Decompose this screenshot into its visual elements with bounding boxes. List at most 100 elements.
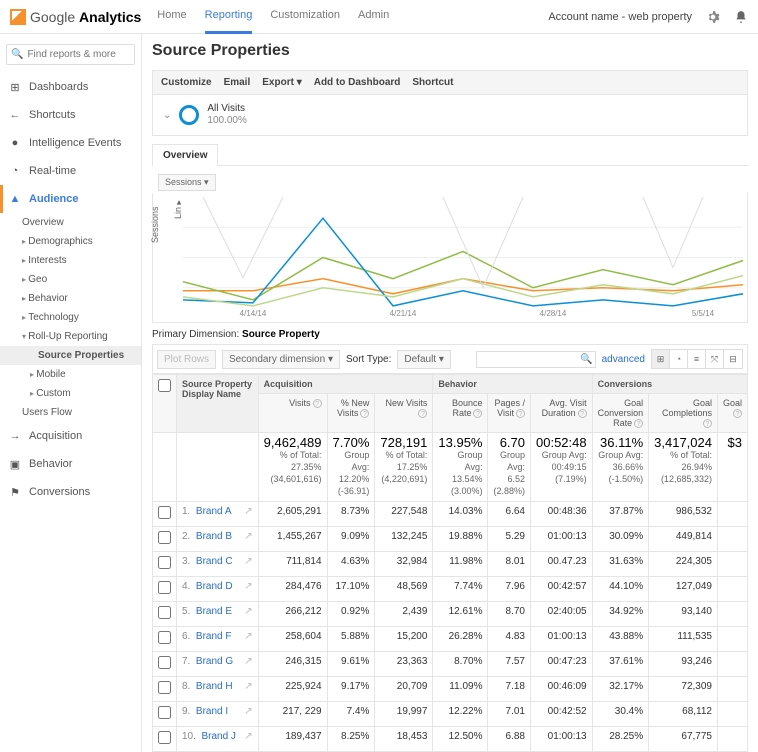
view-pivot-icon[interactable]: ⊟	[724, 350, 742, 368]
nav-item-intelligence-events[interactable]: ●Intelligence Events	[0, 129, 141, 157]
nav-customization[interactable]: Customization	[270, 0, 340, 34]
segment-circle-icon	[179, 105, 199, 125]
nav-item-audience[interactable]: ▲Audience	[0, 185, 141, 213]
content: Source Properties Customize Email Export ▾…	[142, 34, 758, 752]
row-checkbox[interactable]	[158, 556, 171, 569]
ga-logo-icon	[10, 9, 26, 25]
segment-text[interactable]: All Visits 100.00%	[207, 103, 246, 127]
brand-link[interactable]: Brand H	[196, 681, 233, 692]
dimension-value[interactable]: Source Property	[242, 329, 320, 340]
sub-custom[interactable]: Custom	[0, 384, 141, 403]
row-checkbox[interactable]	[158, 656, 171, 669]
customize-button[interactable]: Customize	[161, 77, 212, 88]
brand-link[interactable]: Brand J	[201, 731, 235, 742]
sub-roll-up-reporting[interactable]: Roll-Up Reporting	[0, 327, 141, 346]
external-link-icon[interactable]: ↗	[244, 706, 252, 717]
brand-link[interactable]: Brand I	[196, 706, 228, 717]
brand-link[interactable]: Brand B	[196, 531, 232, 542]
nav-icon: ▲	[8, 192, 22, 206]
tab-overview[interactable]: Overview	[152, 144, 218, 166]
advanced-link[interactable]: advanced	[602, 354, 645, 365]
view-percent-icon[interactable]: ◔	[670, 350, 688, 368]
table-search-input[interactable]	[479, 354, 581, 365]
chart: Sessions Lin▾ 4002004/14/144/21/144/28/1…	[152, 193, 748, 323]
nav-icon: ◔	[8, 164, 22, 178]
top-nav: Home Reporting Customization Admin	[157, 0, 389, 34]
account-name[interactable]: Account name - web property	[548, 11, 692, 23]
external-link-icon[interactable]: ↗	[244, 731, 252, 742]
chart-svg: 4002004/14/144/21/144/28/145/5/14	[183, 197, 743, 318]
row-checkbox[interactable]	[158, 631, 171, 644]
table-search[interactable]: 🔍	[476, 351, 596, 368]
row-checkbox[interactable]	[158, 531, 171, 544]
brand-link[interactable]: Brand G	[196, 656, 233, 667]
logo: Google Analytics	[10, 9, 141, 25]
export-button[interactable]: Export ▾	[262, 77, 301, 88]
row-checkbox[interactable]	[158, 681, 171, 694]
nav-item-behavior[interactable]: ▣Behavior	[0, 450, 141, 478]
view-comparison-icon[interactable]: ⤧	[706, 350, 724, 368]
view-table-icon[interactable]: ⊞	[652, 350, 670, 368]
row-checkbox[interactable]	[158, 581, 171, 594]
row-checkbox[interactable]	[158, 606, 171, 619]
sub-demographics[interactable]: Demographics	[0, 232, 141, 251]
page-title: Source Properties	[152, 42, 748, 60]
svg-text:4/28/14: 4/28/14	[540, 309, 567, 318]
segment-pct: 100.00%	[207, 115, 246, 127]
select-all-checkbox[interactable]	[158, 379, 171, 392]
external-link-icon[interactable]: ↗	[244, 656, 252, 667]
sub-users-flow[interactable]: Users Flow	[0, 403, 141, 422]
shortcut-button[interactable]: Shortcut	[412, 77, 453, 88]
sub-interests[interactable]: Interests	[0, 251, 141, 270]
search-box[interactable]: 🔍	[6, 44, 135, 65]
nav-icon: ▣	[8, 457, 22, 471]
brand-link[interactable]: Brand C	[196, 556, 233, 567]
email-button[interactable]: Email	[224, 77, 251, 88]
external-link-icon[interactable]: ↗	[244, 506, 252, 517]
external-link-icon[interactable]: ↗	[244, 631, 252, 642]
data-table: Source Property Display NameAcquisitionB…	[152, 374, 748, 752]
nav-admin[interactable]: Admin	[358, 0, 389, 34]
brand-link[interactable]: Brand F	[196, 631, 232, 642]
bell-icon[interactable]	[734, 10, 748, 24]
row-checkbox[interactable]	[158, 506, 171, 519]
nav-item-acquisition[interactable]: →Acquisition	[0, 422, 141, 450]
sub-mobile[interactable]: Mobile	[0, 365, 141, 384]
nav-item-dashboards[interactable]: ⊞Dashboards	[0, 73, 141, 101]
nav-home[interactable]: Home	[157, 0, 186, 34]
addtodashboard-button[interactable]: Add to Dashboard	[314, 77, 401, 88]
external-link-icon[interactable]: ↗	[244, 581, 252, 592]
secondary-dimension-button[interactable]: Secondary dimension ▾	[222, 350, 340, 369]
sub-geo[interactable]: Geo	[0, 270, 141, 289]
sort-type-button[interactable]: Default ▾	[397, 350, 450, 369]
scale-selector[interactable]: Lin▾	[173, 197, 183, 219]
plot-rows-button[interactable]: Plot Rows	[157, 350, 216, 369]
sub-source-properties[interactable]: Source Properties	[0, 346, 141, 365]
y-axis-label: Sessions	[150, 206, 160, 243]
brand-link[interactable]: Brand A	[196, 506, 232, 517]
nav-item-real-time[interactable]: ◔Real-time	[0, 157, 141, 185]
primary-dimension: Primary Dimension: Source Property	[152, 329, 748, 340]
metric-selector[interactable]: Sessions ▾	[158, 174, 216, 191]
gear-icon[interactable]	[706, 10, 720, 24]
external-link-icon[interactable]: ↗	[244, 606, 252, 617]
view-performance-icon[interactable]: ≡	[688, 350, 706, 368]
nav-item-conversions[interactable]: ⚑Conversions	[0, 478, 141, 506]
external-link-icon[interactable]: ↗	[244, 556, 252, 567]
search-icon[interactable]: 🔍	[580, 354, 592, 365]
top-right: Account name - web property	[548, 10, 748, 24]
external-link-icon[interactable]: ↗	[244, 681, 252, 692]
sub-technology[interactable]: Technology	[0, 308, 141, 327]
chevron-down-icon[interactable]: ⌄	[163, 110, 171, 121]
search-input[interactable]	[27, 49, 130, 60]
logo-text: Google Analytics	[30, 9, 141, 25]
sub-behavior[interactable]: Behavior	[0, 289, 141, 308]
external-link-icon[interactable]: ↗	[244, 531, 252, 542]
nav-reporting[interactable]: Reporting	[205, 0, 253, 34]
brand-link[interactable]: Brand E	[196, 606, 232, 617]
sub-overview[interactable]: Overview	[0, 213, 141, 232]
row-checkbox[interactable]	[158, 731, 171, 744]
row-checkbox[interactable]	[158, 706, 171, 719]
brand-link[interactable]: Brand D	[196, 581, 233, 592]
nav-item-shortcuts[interactable]: ←Shortcuts	[0, 101, 141, 129]
